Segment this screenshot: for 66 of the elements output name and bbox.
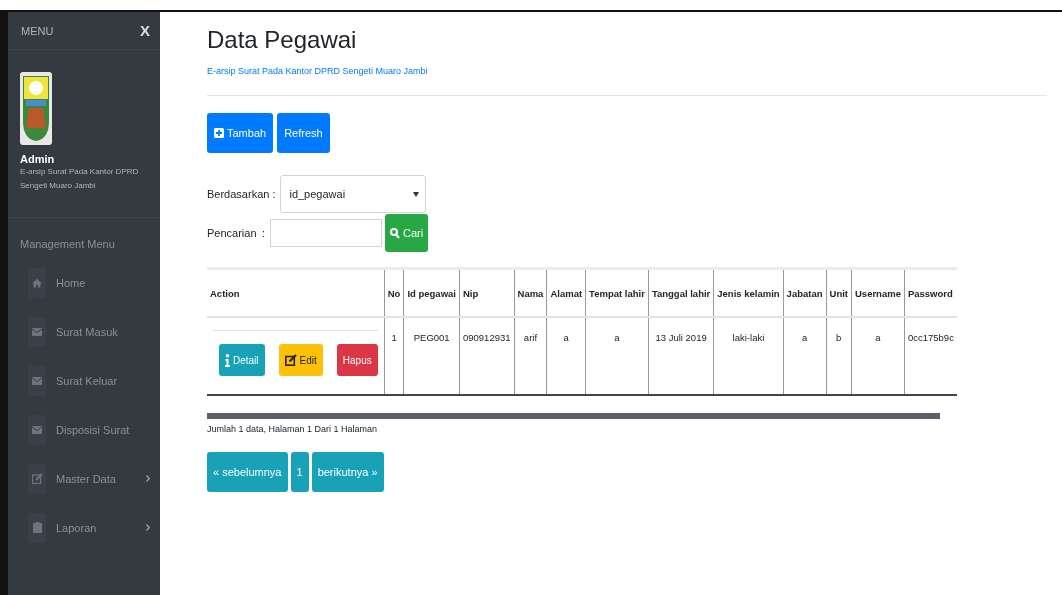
filter-label: Berdasarkan xyxy=(207,188,270,200)
table-cell: a xyxy=(585,317,649,395)
delete-button[interactable]: Hapus xyxy=(336,344,378,376)
column-header: Jabatan xyxy=(783,268,826,317)
search-field[interactable] xyxy=(270,219,383,247)
table-cell: 13 Juli 2019 xyxy=(648,317,714,395)
info-icon xyxy=(225,353,230,367)
column-header: Nip xyxy=(459,268,515,317)
page-link[interactable]: 1 xyxy=(290,452,309,492)
column-header: Username xyxy=(851,268,905,317)
table-cell: b xyxy=(826,317,852,395)
sidebar-item[interactable]: Surat Keluar xyxy=(8,356,160,405)
column-header: Nama xyxy=(514,268,547,317)
table-cell: 0cc175b9c xyxy=(904,317,957,395)
column-header: Tempat lahir xyxy=(585,268,649,317)
table-cell: PEG001 xyxy=(403,317,460,395)
section-heading: Management Menu xyxy=(19,237,116,252)
column-header: Action xyxy=(207,268,385,317)
clipboard-icon xyxy=(32,522,42,533)
filter-dropdown[interactable]: id_pegawai xyxy=(280,175,427,213)
filter-separator: : xyxy=(272,188,276,200)
table-cell: 090912931 xyxy=(459,317,515,395)
sidebar-item[interactable]: Disposisi Surat xyxy=(8,405,160,454)
user-name: Admin xyxy=(20,153,56,165)
edit-icon xyxy=(31,473,43,484)
envelope-icon xyxy=(32,376,42,385)
sidebar-item[interactable]: Home xyxy=(8,258,160,307)
column-header: Alamat xyxy=(546,268,586,317)
search-icon xyxy=(390,227,401,239)
plus-icon xyxy=(214,128,224,138)
search-label: Pencarian xyxy=(207,227,258,239)
table-cell: laki-laki xyxy=(713,317,784,395)
search-separator: : xyxy=(262,227,266,239)
table-cell: arif xyxy=(514,317,547,395)
menu-title: MENU xyxy=(21,24,54,37)
column-header: Jenis kelamin xyxy=(713,268,784,317)
column-header: Id pegawai xyxy=(403,268,460,317)
caret-icon xyxy=(413,191,420,197)
edit-icon xyxy=(284,354,297,366)
horizontal-scrollbar[interactable] xyxy=(207,413,940,419)
envelope-icon xyxy=(32,327,42,336)
column-header: Unit xyxy=(826,268,852,317)
table-cell: a xyxy=(851,317,905,395)
search-button[interactable]: Cari xyxy=(385,214,429,252)
sidebar-item[interactable]: Master Data xyxy=(8,454,160,503)
column-header: Tanggal lahir xyxy=(648,268,714,317)
close-button[interactable]: X xyxy=(140,22,150,39)
add-button[interactable]: Tambah xyxy=(207,113,274,153)
edit-button[interactable]: Edit xyxy=(278,344,323,376)
column-header: No xyxy=(384,268,404,317)
sidebar-item[interactable]: Surat Masuk xyxy=(8,307,160,356)
page-link[interactable]: « sebelumnya xyxy=(207,452,288,492)
refresh-button[interactable]: Refresh xyxy=(277,113,330,153)
table-cell: a xyxy=(783,317,826,395)
summary-text: Jumlah 1 data, Halaman 1 Dari 1 Halaman xyxy=(207,424,379,434)
column-header: Password xyxy=(904,268,957,317)
page-title: Data Pegawai xyxy=(207,26,357,54)
table-cell: 1 xyxy=(384,317,404,395)
user-subtitle: E-arsip Surat Pada Kantor DPRD Sengeti Muaro Jambi xyxy=(20,166,140,192)
table-cell: a xyxy=(546,317,586,395)
envelope-icon xyxy=(32,425,42,434)
sidebar-item[interactable]: Laporan xyxy=(8,503,160,552)
detail-button[interactable]: Detail xyxy=(219,344,265,376)
page-link[interactable]: berikutnya » xyxy=(311,452,384,492)
home-icon xyxy=(32,277,42,288)
page-subtitle: E-arsip Surat Pada Kantor DPRD Sengeti Muaro Jambi xyxy=(207,66,429,76)
